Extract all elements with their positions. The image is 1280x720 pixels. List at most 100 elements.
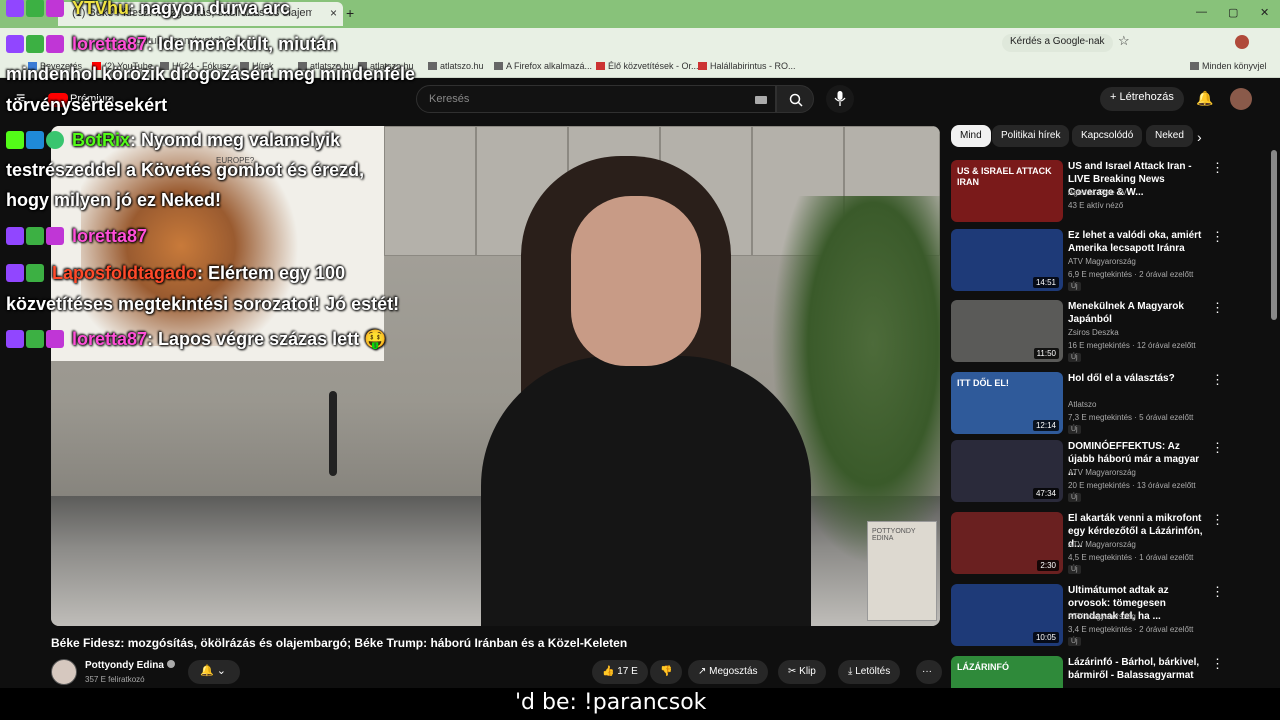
chips-next-icon[interactable]: › [1197, 129, 1202, 145]
recommendation-item[interactable]: 14:51 Ez lehet a valódi oka, amiért Ameri… [951, 229, 1271, 293]
youtube-masthead: ≡ Prémium Keresés + Létrehozás 🔔 [0, 80, 1280, 120]
minimize-icon[interactable]: — [1196, 6, 1207, 18]
clip-button[interactable]: ✂ Klip [778, 660, 826, 684]
recommendation-channel[interactable]: ATV Magyarország [1068, 468, 1136, 477]
bookmark-item[interactable]: Élő közvetítések - Or... [596, 61, 699, 71]
search-placeholder: Keresés [429, 93, 470, 105]
bookmark-item[interactable]: atlatszo.hu [428, 61, 484, 71]
chat-message: hogy milyen jó ez Neked! [6, 190, 221, 211]
notifications-icon[interactable]: 🔔 [1196, 90, 1213, 107]
recommendation-title[interactable]: Hol dől el a választás? [1068, 372, 1208, 385]
chip-filter[interactable]: Politikai hírek [992, 125, 1070, 147]
channel-name[interactable]: Pottyondy Edina [85, 660, 175, 671]
bookmark-item[interactable]: A Firefox alkalmazá... [494, 61, 592, 71]
subtitle-text: 'd be: !parancsok [515, 690, 707, 715]
more-options-icon[interactable]: ⋮ [1211, 584, 1224, 600]
recommendation-title[interactable]: Lázárinfó - Bárhol, bárkivel, bármiről -… [1068, 656, 1208, 682]
chat-text: közvetítéses megtekintési sorozatot! Jó … [6, 294, 400, 314]
recommendation-channel[interactable]: ATV Magyarország [1068, 257, 1136, 266]
recommendation-item[interactable]: 11:50 Menekülnek A Magyarok Japánból Zsiro… [951, 300, 1271, 364]
bookmark-star-icon[interactable]: ☆ [1118, 33, 1130, 49]
dislike-button[interactable]: 👎 [650, 660, 682, 684]
recommendation-item[interactable]: 2:30 El akarták venni a mikrofont egy kér… [951, 512, 1271, 576]
more-options-icon[interactable]: ⋮ [1211, 160, 1224, 176]
recommendation-item[interactable]: US & ISRAEL ATTACK IRAN US and Israel Att… [951, 160, 1271, 224]
chat-badge-twitch-icon [6, 227, 24, 245]
bookmark-icon [1190, 62, 1199, 70]
recommendation-channel[interactable]: Zsiros Deszka [1068, 328, 1119, 337]
scrollbar-thumb[interactable] [1271, 150, 1277, 320]
chat-badge-twitch-icon [6, 0, 24, 17]
video-thumbnail[interactable]: 14:51 [951, 229, 1063, 291]
bookmark-item[interactable]: Minden könyvjel [1190, 61, 1267, 71]
chip-filter[interactable]: Neked [1146, 125, 1193, 147]
microphone-icon [834, 91, 846, 106]
voice-search-button[interactable] [826, 85, 854, 113]
chat-message: törvénysértésekért [6, 95, 167, 116]
chat-message: mindenhol körözik drogozásért meg minden… [6, 64, 415, 85]
close-tab-icon[interactable]: × [330, 6, 337, 20]
recommendation-channel[interactable]: ATV Magyarország [1068, 612, 1136, 621]
maximize-icon[interactable]: ▢ [1228, 6, 1238, 19]
more-options-icon[interactable]: ⋮ [1211, 300, 1224, 316]
subscription-bell-button[interactable]: 🔔 ⌄ [188, 660, 240, 684]
chat-badge-star-icon [46, 0, 64, 17]
account-avatar[interactable] [1230, 88, 1252, 110]
recommendation-item[interactable]: 10:05 Ultimátumot adtak az orvosok: tömeg… [951, 584, 1271, 648]
video-thumbnail[interactable]: 2:30 [951, 512, 1063, 574]
channel-avatar[interactable] [51, 659, 77, 685]
video-thumbnail[interactable]: 11:50 [951, 300, 1063, 362]
chat-badge-check-icon [46, 131, 64, 149]
video-duration: 11:50 [1033, 348, 1059, 359]
bookmark-item[interactable]: Halállabirintus - RO... [698, 61, 796, 71]
search-input[interactable]: Keresés [416, 85, 776, 113]
thumbnail-label: US & ISRAEL ATTACK IRAN [957, 166, 1052, 187]
video-thumbnail[interactable]: US & ISRAEL ATTACK IRAN [951, 160, 1063, 222]
more-options-icon[interactable]: ⋮ [1211, 229, 1224, 245]
like-button[interactable]: 👍 17 E [592, 660, 648, 684]
recommendation-meta: 3,4 E megtekintés · 2 órával ezelőtt [1068, 625, 1194, 634]
chat-username: Laposfoldtagado [52, 263, 197, 283]
recommendation-title[interactable]: Menekülnek A Magyarok Japánból [1068, 300, 1208, 326]
download-button[interactable]: ⤓ Letöltés [838, 660, 901, 684]
chat-badge-star-icon [46, 330, 64, 348]
ask-google-button[interactable]: Kérdés a Google-nak [1002, 34, 1113, 52]
thumbnail-label: LÁZÁRINFÓ [957, 662, 1009, 672]
create-button[interactable]: + Létrehozás [1100, 87, 1184, 111]
close-window-icon[interactable]: ✕ [1260, 6, 1269, 19]
profile-avatar[interactable] [1235, 35, 1249, 49]
video-thumbnail[interactable]: 10:05 [951, 584, 1063, 646]
more-actions-button[interactable]: ··· [916, 660, 942, 684]
video-duration: 10:05 [1032, 632, 1059, 643]
recommendation-channel[interactable]: Agenda-Free TV [1068, 188, 1127, 197]
new-badge: Új [1068, 565, 1081, 574]
more-options-icon[interactable]: ⋮ [1211, 656, 1224, 672]
recommendation-item[interactable]: 47:34 DOMINÓEFFEKTUS: Az újabb háború már… [951, 440, 1271, 504]
book-text: POTTYONDY EDINA [872, 528, 916, 542]
bookmark-label: Minden könyvjel [1202, 61, 1267, 71]
bookmark-icon [596, 62, 605, 70]
more-options-icon[interactable]: ⋮ [1211, 440, 1224, 456]
more-options-icon[interactable]: ⋮ [1211, 512, 1224, 528]
keyboard-icon[interactable] [755, 96, 767, 104]
video-duration: 2:30 [1037, 560, 1059, 571]
video-thumbnail[interactable]: 47:34 [951, 440, 1063, 502]
share-button[interactable]: ↗ Megosztás [688, 660, 768, 684]
chip-filter[interactable]: Kapcsolódó [1072, 125, 1143, 147]
search-button[interactable] [776, 85, 814, 113]
new-badge: Új [1068, 353, 1081, 362]
bookmark-label: atlatszo.hu [440, 61, 484, 71]
channel-name-text[interactable]: Pottyondy Edina [85, 660, 164, 671]
chat-message: testrészeddel a Követés gombot és érezd, [6, 160, 364, 181]
recommendation-item[interactable]: ITT DŐL EL! 12:14 Hol dől el a választás? A… [951, 372, 1271, 436]
more-options-icon[interactable]: ⋮ [1211, 372, 1224, 388]
video-thumbnail[interactable]: ITT DŐL EL! 12:14 [951, 372, 1063, 434]
recommendation-meta: 20 E megtekintés · 13 órával ezelőtt [1068, 481, 1196, 490]
video-duration: 12:14 [1032, 420, 1059, 431]
recommendation-channel[interactable]: Atlatszo [1068, 400, 1096, 409]
new-tab-button[interactable]: + [346, 5, 354, 21]
recommendation-channel[interactable]: ATV Magyarország [1068, 540, 1136, 549]
recommendation-title[interactable]: Ez lehet a valódi oka, amiért Amerika le… [1068, 229, 1208, 255]
chip-filter[interactable]: Mind [951, 125, 991, 147]
bookmark-icon [494, 62, 503, 70]
